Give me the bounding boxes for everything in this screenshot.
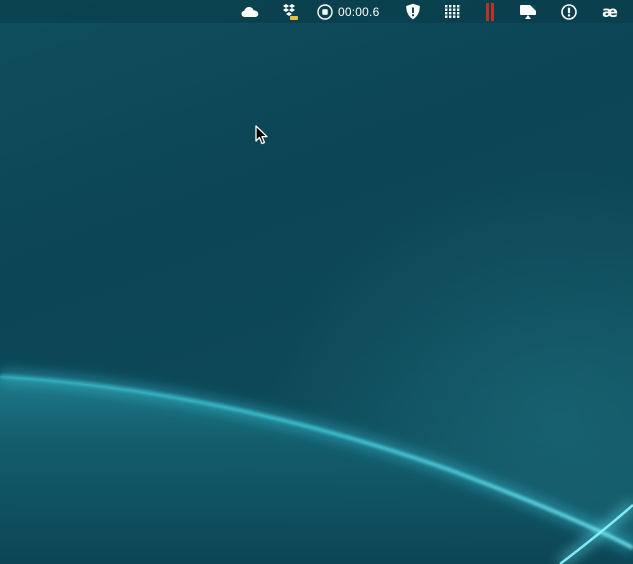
shield-icon [405,3,421,20]
stop-recording-icon [317,4,333,20]
dropbox-icon [281,3,299,21]
pause-status-item[interactable] [480,0,500,23]
display-icon [519,4,537,20]
dropbox-status-item[interactable] [280,0,300,23]
wallpaper-arc-body [0,376,633,564]
desktop: 00:00.6 [0,0,633,564]
recording-timer: 00:00.6 [338,5,379,19]
recording-status-item[interactable]: 00:00.6 [317,0,387,23]
info-icon [561,4,577,20]
info-status-item[interactable] [559,0,579,23]
menu-bar: 00:00.6 [0,0,633,23]
display-status-item[interactable] [518,0,538,23]
security-status-item[interactable] [403,0,423,23]
grid-icon [445,5,460,18]
pause-icon [485,3,495,21]
ae-icon: æ [602,3,618,21]
arrow-cursor-icon [255,125,269,145]
grid-status-item[interactable] [442,0,462,23]
ae-status-item[interactable]: æ [598,0,622,23]
wallpaper [0,0,633,564]
cloud-status-item[interactable] [240,0,260,23]
cloud-icon [241,6,259,18]
